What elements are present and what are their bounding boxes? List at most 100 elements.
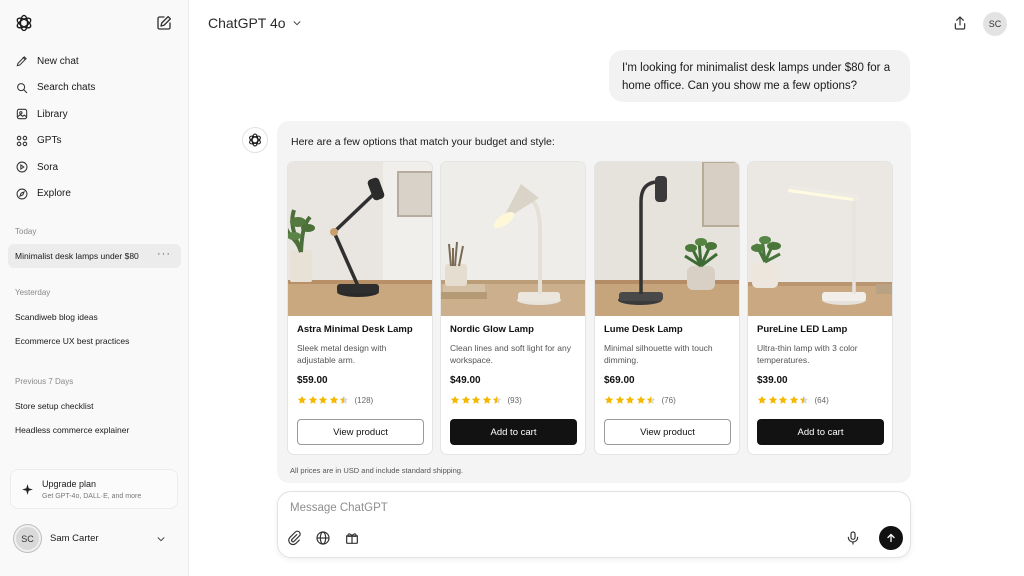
gift-icon[interactable] xyxy=(344,530,360,546)
user-menu[interactable]: SC Sam Carter xyxy=(14,525,174,553)
model-selector[interactable]: ChatGPT 4o xyxy=(208,15,302,31)
chat-item-label: Minimalist desk lamps under $80 xyxy=(15,251,139,261)
product-image[interactable] xyxy=(748,162,892,316)
pencil-icon xyxy=(16,56,27,67)
chevron-down-icon xyxy=(293,21,300,26)
product-rating: (64) xyxy=(757,395,829,405)
avatar: SC xyxy=(14,525,41,552)
chat-item-scandiweb-blog-ideas[interactable]: Scandiweb blog ideas xyxy=(8,305,181,329)
product-description: Sleek metal design with adjustable arm. xyxy=(297,343,387,365)
chat-item-minimalist-desk-lamps[interactable]: Minimalist desk lamps under $80 ··· xyxy=(8,244,181,268)
product-card: Astra Minimal Desk Lamp Sleek metal desi… xyxy=(287,161,433,455)
product-rating: (128) xyxy=(297,395,373,405)
openai-logo-icon xyxy=(249,133,261,147)
review-count: (93) xyxy=(507,395,522,405)
product-description: Ultra-thin lamp with 3 color temperature… xyxy=(757,343,858,365)
add-to-cart-button[interactable]: Add to cart xyxy=(450,419,577,445)
chat-item-store-setup-checklist[interactable]: Store setup checklist xyxy=(8,394,181,418)
message-composer: Message ChatGPT xyxy=(277,491,911,558)
add-to-cart-button[interactable]: Add to cart xyxy=(757,419,884,445)
chat-item-headless-commerce[interactable]: Headless commerce explainer xyxy=(8,418,181,442)
more-options-icon[interactable]: ··· xyxy=(157,248,171,260)
star-icon xyxy=(789,395,798,404)
openai-logo-icon[interactable] xyxy=(14,13,34,33)
message-input[interactable]: Message ChatGPT xyxy=(290,502,388,514)
sidebar-item-label: Search chats xyxy=(37,82,96,94)
avatar[interactable]: SC xyxy=(983,12,1007,36)
product-image[interactable] xyxy=(288,162,432,316)
upgrade-title: Upgrade plan xyxy=(42,479,97,489)
product-image[interactable] xyxy=(595,162,739,316)
product-image[interactable] xyxy=(441,162,585,316)
product-name[interactable]: Nordic Glow Lamp xyxy=(450,324,534,335)
microphone-icon[interactable] xyxy=(845,530,861,546)
arrow-up-icon xyxy=(887,533,895,543)
compass-icon xyxy=(16,188,28,200)
sparkle-icon xyxy=(22,484,33,495)
star-icon xyxy=(625,395,635,404)
star-rating xyxy=(297,395,350,405)
star-icon xyxy=(646,395,656,404)
section-label-today: Today xyxy=(15,227,37,236)
product-card: Lume Desk Lamp Minimal silhouette with t… xyxy=(594,161,740,455)
paperclip-icon[interactable] xyxy=(286,530,302,546)
section-label-yesterday: Yesterday xyxy=(15,288,51,297)
view-product-button[interactable]: View product xyxy=(604,419,731,445)
star-icon xyxy=(799,395,809,404)
assistant-message: Here are a few options that match your b… xyxy=(277,121,911,483)
sidebar-item-new-chat[interactable]: New chat xyxy=(8,48,181,75)
review-count: (76) xyxy=(661,395,676,405)
product-price: $39.00 xyxy=(757,375,788,386)
star-icon xyxy=(450,395,460,404)
library-icon xyxy=(16,109,28,120)
product-price: $69.00 xyxy=(604,375,635,386)
product-description: Minimal silhouette with touch dimming. xyxy=(604,343,713,365)
star-icon xyxy=(461,395,470,404)
assistant-footnote: All prices are in USD and include standa… xyxy=(290,466,464,475)
play-circle-icon xyxy=(16,161,28,173)
globe-icon[interactable] xyxy=(315,530,331,546)
review-count: (64) xyxy=(814,395,829,405)
star-rating xyxy=(757,395,810,405)
view-product-button[interactable]: View product xyxy=(297,419,424,445)
sidebar-item-gpts[interactable]: GPTs xyxy=(8,128,181,155)
product-name[interactable]: PureLine LED Lamp xyxy=(757,324,847,335)
user-name: Sam Carter xyxy=(50,533,99,544)
sidebar-item-label: Explore xyxy=(37,188,71,200)
product-description: Clean lines and soft light for any works… xyxy=(450,343,571,365)
section-label-previous-7-days: Previous 7 Days xyxy=(15,377,74,386)
chevron-down-icon xyxy=(157,537,165,542)
sidebar-item-label: Sora xyxy=(37,161,59,173)
sidebar-item-sora[interactable]: Sora xyxy=(8,154,181,181)
sidebar-nav: New chat Search chats Library GPTs Sora … xyxy=(8,48,181,207)
product-rating: (76) xyxy=(604,395,676,405)
product-name[interactable]: Lume Desk Lamp xyxy=(604,324,683,335)
review-count: (128) xyxy=(354,395,374,405)
star-icon xyxy=(482,395,491,404)
star-icon xyxy=(329,395,338,404)
sidebar-item-search-chats[interactable]: Search chats xyxy=(8,75,181,102)
grid-icon xyxy=(16,135,28,146)
star-icon xyxy=(492,395,502,404)
star-icon xyxy=(778,395,788,404)
send-button[interactable] xyxy=(879,526,903,550)
product-rating: (93) xyxy=(450,395,522,405)
product-card: Nordic Glow Lamp Clean lines and soft li… xyxy=(440,161,586,455)
star-rating xyxy=(450,395,503,405)
share-icon[interactable] xyxy=(952,15,968,31)
sidebar-item-label: GPTs xyxy=(37,135,62,147)
star-icon xyxy=(297,395,307,404)
sidebar-item-library[interactable]: Library xyxy=(8,101,181,128)
product-price: $49.00 xyxy=(450,375,481,386)
chat-item-ecommerce-ux[interactable]: Ecommerce UX best practices xyxy=(8,329,181,353)
sidebar-item-explore[interactable]: Explore xyxy=(8,181,181,208)
star-icon xyxy=(768,395,777,404)
product-price: $59.00 xyxy=(297,375,328,386)
new-chat-icon[interactable] xyxy=(155,14,173,32)
star-icon xyxy=(339,395,349,404)
star-icon xyxy=(604,395,614,404)
star-icon xyxy=(615,395,624,404)
model-name: ChatGPT 4o xyxy=(208,15,286,31)
product-name[interactable]: Astra Minimal Desk Lamp xyxy=(297,324,413,335)
upgrade-plan-button[interactable]: Upgrade plan Get GPT-4o, DALL·E, and mor… xyxy=(10,469,178,509)
